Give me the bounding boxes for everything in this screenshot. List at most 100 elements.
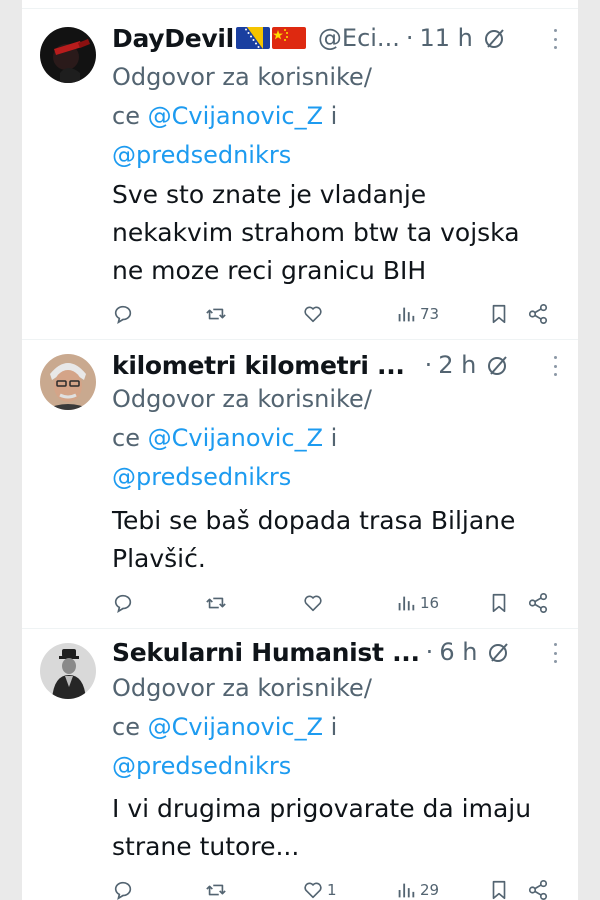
bookmark-button[interactable] [488, 299, 510, 329]
share-button[interactable] [527, 875, 549, 900]
view-count: 29 [420, 881, 440, 899]
reply-feed: DayDevil @Eci... · 11 h Odgovor za koris… [22, 0, 578, 900]
avatar-daydevil [40, 27, 96, 83]
separator-dot: · [425, 638, 434, 666]
tweet-3[interactable]: Sekularni Humanist ... · 6 h Odgovor za … [22, 629, 578, 900]
action-bar: 16 [112, 588, 562, 618]
reply-line-2: ce @Cvijanovic_Z i [112, 708, 558, 747]
bookmark-icon [492, 304, 506, 324]
more-icon[interactable] [552, 356, 558, 376]
view-count: 73 [420, 305, 440, 323]
reply-line-2: ce @Cvijanovic_Z i [112, 97, 558, 136]
timestamp[interactable]: 6 h [439, 638, 477, 666]
views-icon [398, 883, 415, 898]
tweet-text-line: nekakvim strahom btw ta vojska [112, 218, 520, 247]
views-button[interactable]: 73 [395, 299, 439, 329]
views-button[interactable]: 29 [395, 875, 439, 900]
reply-button[interactable] [112, 588, 134, 618]
avatar-sekularni [40, 643, 96, 699]
reply-prefix: Odgovor za korisnike/ [112, 385, 372, 413]
reply-icon [114, 594, 132, 613]
tweet-1[interactable]: DayDevil @Eci... · 11 h Odgovor za koris… [22, 9, 578, 340]
views-icon [398, 307, 415, 322]
share-icon [528, 304, 548, 324]
mention-link[interactable]: @predsednikrs [112, 141, 291, 169]
display-name[interactable]: Sekularni Humanist ... [112, 638, 420, 667]
view-count: 16 [420, 594, 440, 612]
retweet-icon [206, 597, 226, 609]
like-count: 1 [327, 881, 337, 899]
like-button[interactable] [302, 299, 327, 329]
reply-and: i [330, 713, 338, 741]
bookmark-icon [492, 880, 506, 900]
grok-icon[interactable] [486, 353, 510, 377]
tweet-text-line: Sve sto znate je vladanje [112, 180, 427, 209]
reply-prefix: Odgovor za korisnike/ [112, 63, 372, 91]
heart-icon [304, 882, 322, 899]
views-button[interactable]: 16 [395, 588, 439, 618]
retweet-icon [206, 884, 226, 896]
reply-context: Odgovor za korisnike/ ce @Cvijanovic_Z i… [112, 58, 558, 175]
reply-icon [114, 881, 132, 900]
reply-context: Odgovor za korisnike/ ce @Cvijanovic_Z i… [112, 380, 558, 497]
retweet-button[interactable] [205, 588, 227, 618]
avatar[interactable] [40, 354, 96, 410]
flag-emojis [235, 27, 306, 49]
mention-link[interactable]: @Cvijanovic_Z [148, 102, 323, 130]
separator-dot: · [405, 24, 414, 52]
views-icon [398, 596, 415, 611]
tweet-2[interactable]: kilometri kilometri ... · 2 h Odgovor za… [22, 340, 578, 629]
reply-button[interactable] [112, 299, 134, 329]
china-flag-icon [271, 27, 306, 49]
mention-link[interactable]: @predsednikrs [112, 463, 291, 491]
heart-icon [304, 306, 322, 323]
grok-icon[interactable] [483, 26, 507, 50]
tweet-text-line: strane tutore... [112, 832, 300, 861]
more-icon[interactable] [552, 643, 558, 663]
avatar[interactable] [40, 643, 96, 699]
bosnia-flag-icon [235, 27, 270, 49]
heart-icon [304, 595, 322, 612]
handle[interactable]: @Eci... [318, 24, 400, 52]
timestamp[interactable]: 11 h [419, 24, 472, 52]
reply-and: i [330, 424, 338, 452]
share-button[interactable] [527, 299, 549, 329]
tweet-header: Sekularni Humanist ... · 6 h [112, 635, 560, 669]
avatar-kilometri [40, 354, 96, 410]
like-button[interactable] [302, 588, 327, 618]
tweet-text: I vi drugima prigovarate da imaju strane… [112, 790, 562, 866]
mention-link[interactable]: @Cvijanovic_Z [148, 713, 323, 741]
reply-prefix: Odgovor za korisnike/ [112, 674, 372, 702]
display-name[interactable]: kilometri kilometri ... [112, 351, 405, 380]
grok-icon[interactable] [487, 640, 511, 664]
share-button[interactable] [527, 588, 549, 618]
mention-link[interactable]: @predsednikrs [112, 752, 291, 780]
retweet-button[interactable] [205, 299, 227, 329]
tweet-text-line: ne moze reci granicu BIH [112, 256, 427, 285]
tweet-text-line: I vi drugima prigovarate da imaju [112, 794, 532, 823]
reply-button[interactable] [112, 875, 134, 900]
reply-context: Odgovor za korisnike/ ce @Cvijanovic_Z i… [112, 669, 558, 786]
action-bar: 1 29 [112, 875, 562, 900]
avatar[interactable] [40, 27, 96, 83]
tweet-text-line: Tebi se baš dopada trasa Biljane [112, 506, 516, 535]
retweet-button[interactable] [205, 875, 227, 900]
tweet-text: Sve sto znate je vladanje nekakvim strah… [112, 176, 562, 290]
bookmark-button[interactable] [488, 875, 510, 900]
reply-line-2: ce @Cvijanovic_Z i [112, 419, 558, 458]
tweet-header: DayDevil @Eci... · 11 h [112, 21, 560, 55]
timestamp[interactable]: 2 h [438, 351, 476, 379]
bookmark-icon [492, 593, 506, 613]
reply-icon [114, 305, 132, 324]
more-icon[interactable] [552, 29, 558, 49]
tweet-text: Tebi se baš dopada trasa Biljane Plavšić… [112, 502, 562, 578]
display-name[interactable]: DayDevil [112, 24, 234, 53]
reply-ce: ce [112, 424, 140, 452]
mention-link[interactable]: @Cvijanovic_Z [148, 424, 323, 452]
bookmark-button[interactable] [488, 588, 510, 618]
retweet-icon [206, 308, 226, 320]
like-button[interactable]: 1 [302, 875, 337, 900]
reply-and: i [330, 102, 338, 130]
tweet-text-line: Plavšić. [112, 544, 206, 573]
action-bar: 73 [112, 299, 562, 329]
